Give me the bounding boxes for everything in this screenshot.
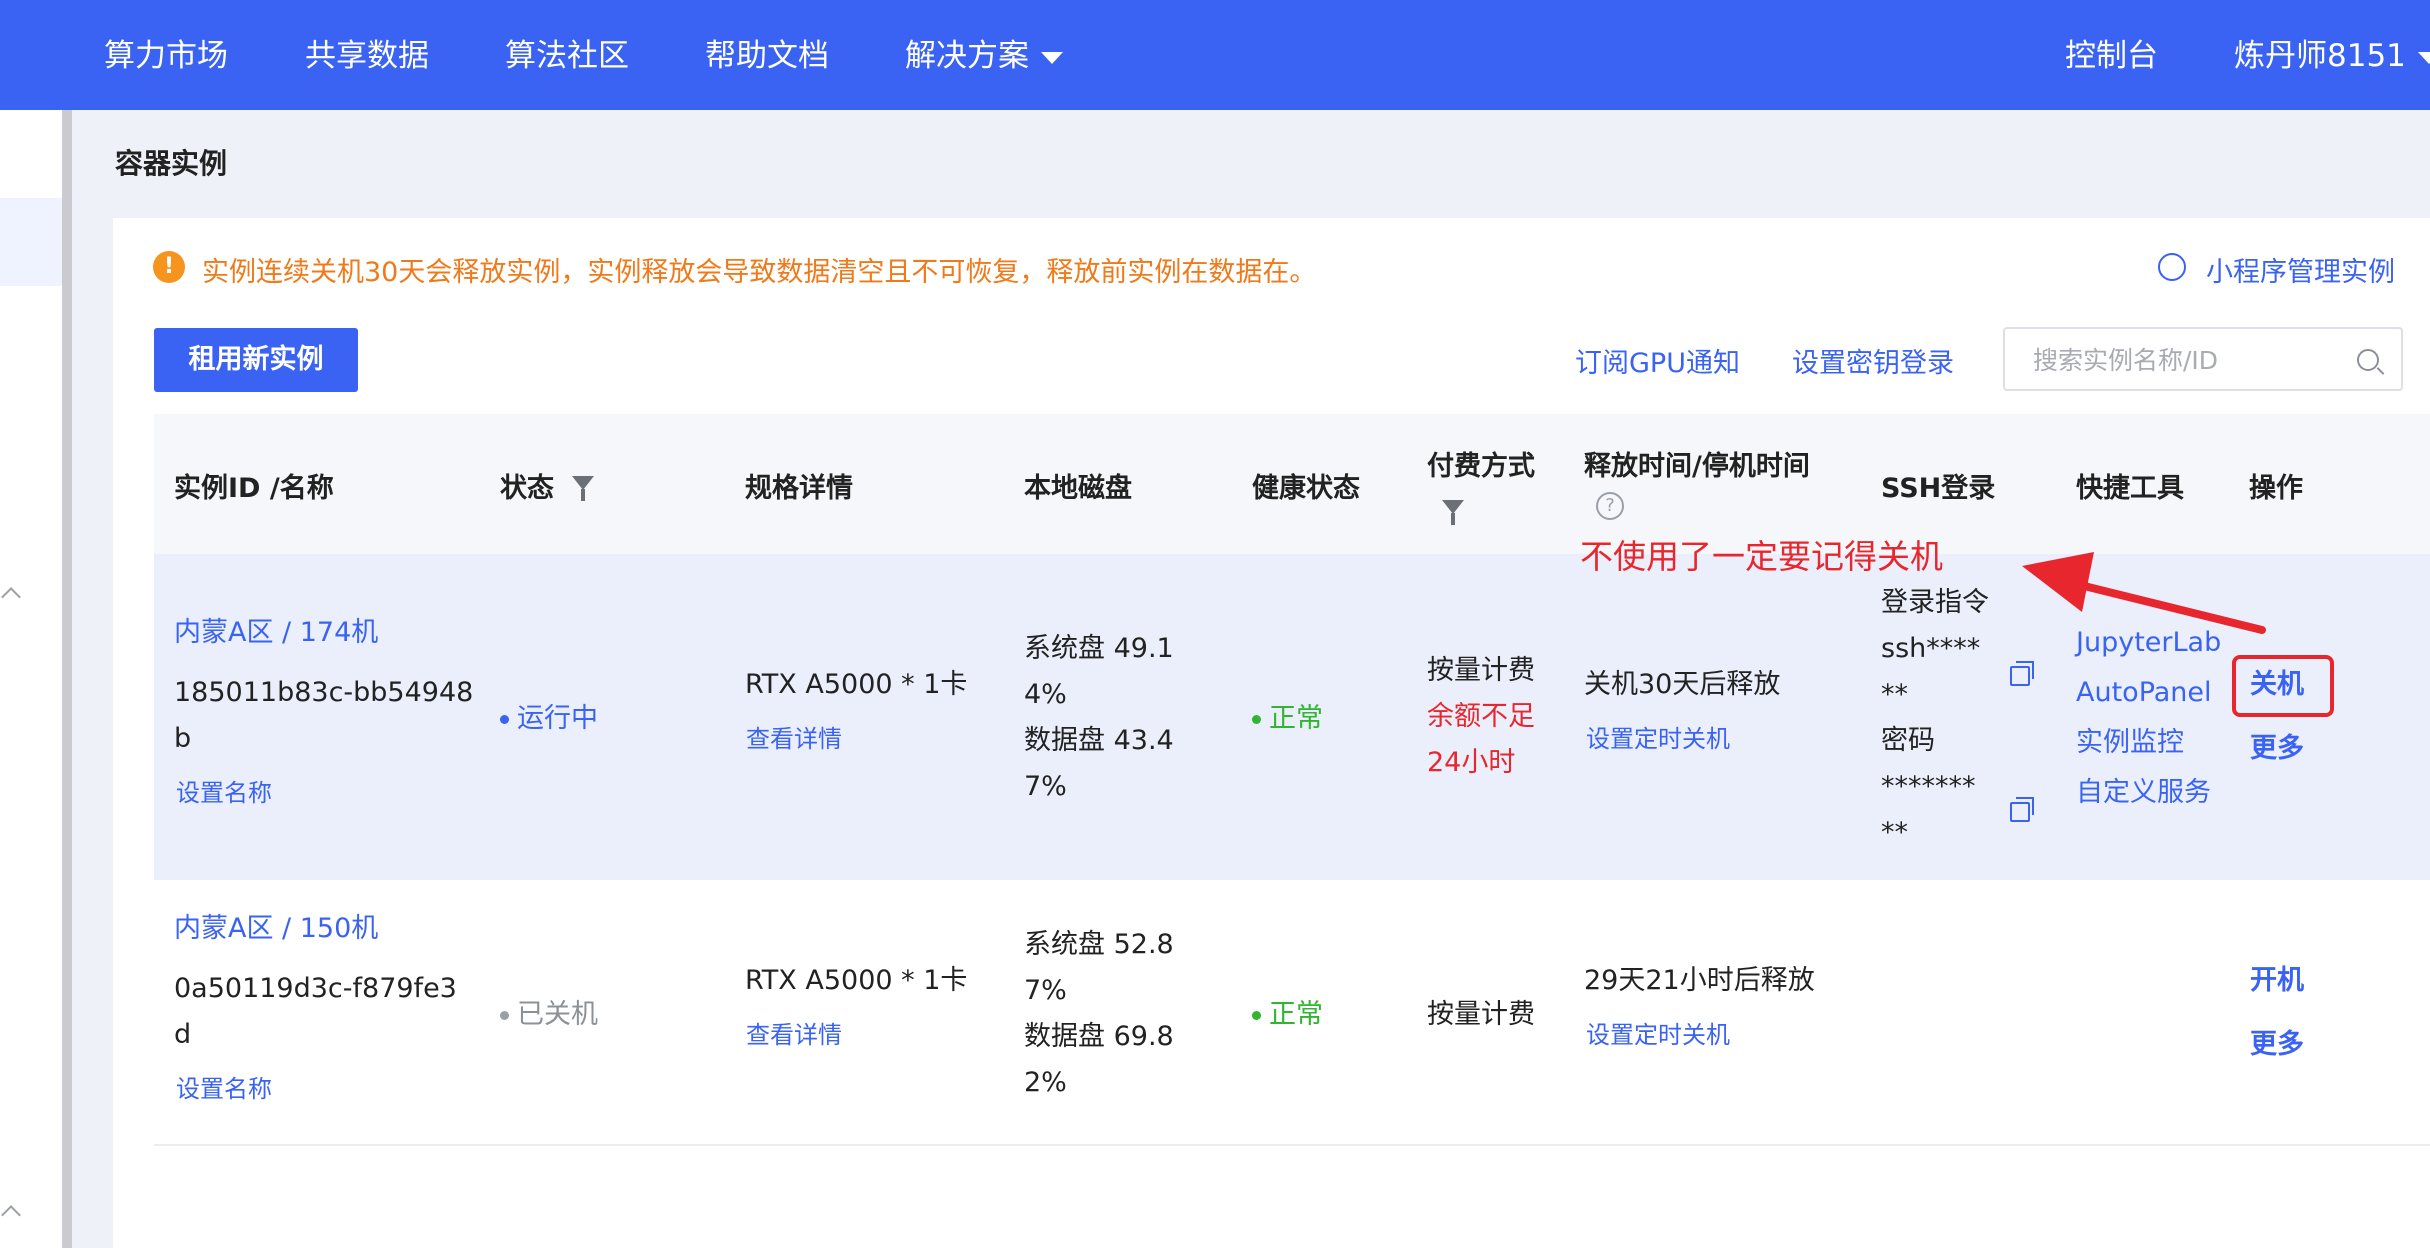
- release-time: 关机30天后释放: [1584, 669, 1781, 700]
- health-text: 正常: [1269, 703, 1323, 734]
- billing-warning-cont: 24小时: [1427, 747, 1516, 778]
- status-text: 已关机: [517, 999, 598, 1030]
- col-ssh: SSH登录: [1881, 473, 1996, 504]
- chevron-down-icon: [2417, 51, 2430, 64]
- new-instance-button[interactable]: 租用新实例: [154, 328, 358, 392]
- top-navbar: 算力市场 共享数据 算法社区 帮助文档 解决方案 控制台 炼丹师8151: [0, 0, 2430, 110]
- ssh-command-cont: **: [1881, 679, 1908, 710]
- tool-instance-monitor[interactable]: 实例监控: [2076, 720, 2184, 766]
- subscribe-gpu-link[interactable]: 订阅GPU通知: [1575, 341, 1740, 380]
- status-dot: [500, 715, 509, 724]
- disk-system-cont: 7%: [1024, 975, 1067, 1006]
- ssh-key-link[interactable]: 设置密钥登录: [1792, 341, 1954, 380]
- filter-icon[interactable]: [1442, 500, 1464, 525]
- view-detail-link[interactable]: 查看详情: [746, 1012, 842, 1058]
- disk-system: 系统盘 52.8: [1024, 929, 1174, 960]
- set-timer-shutdown-link[interactable]: 设置定时关机: [1586, 716, 1730, 762]
- copy-icon[interactable]: [2010, 797, 2034, 822]
- ssh-password: *******: [1881, 771, 1976, 802]
- disk-data: 数据盘 43.4: [1024, 725, 1174, 756]
- annotation-text: 不使用了一定要记得关机: [1580, 537, 1943, 576]
- set-name-link[interactable]: 设置名称: [176, 770, 272, 816]
- tool-jupyterlab[interactable]: JupyterLab: [2076, 620, 2221, 666]
- instance-id: 185011b83c-bb54948: [174, 677, 474, 708]
- help-icon[interactable]: ?: [1596, 492, 1624, 520]
- chevron-down-icon: [1041, 51, 1063, 64]
- copy-icon[interactable]: [2010, 661, 2034, 686]
- instance-id-cont: b: [174, 723, 192, 754]
- disk-data-cont: 2%: [1024, 1067, 1067, 1098]
- sidebar-active-item[interactable]: [0, 198, 64, 286]
- health-dot: [1252, 1011, 1261, 1020]
- billing-type: 按量计费: [1427, 655, 1535, 686]
- billing-warning: 余额不足: [1427, 701, 1535, 732]
- col-status: 状态: [500, 473, 554, 504]
- warning-icon: !: [153, 251, 185, 283]
- col-health: 健康状态: [1252, 473, 1360, 504]
- instance-region[interactable]: 内蒙A区 / 150机: [174, 906, 378, 952]
- more-button[interactable]: 更多: [2250, 726, 2304, 772]
- nav-shared-data[interactable]: 共享数据: [305, 30, 429, 75]
- nav-help-docs[interactable]: 帮助文档: [705, 30, 829, 75]
- ssh-password-cont: **: [1881, 817, 1908, 848]
- spec-text: RTX A5000 * 1卡: [745, 965, 968, 996]
- start-button[interactable]: 开机: [2250, 958, 2304, 1004]
- nav-solutions-label: 解决方案: [905, 38, 1029, 74]
- nav-solutions[interactable]: 解决方案: [905, 30, 1063, 75]
- col-spec: 规格详情: [745, 473, 853, 504]
- instance-id: 0a50119d3c-f879fe3: [174, 973, 457, 1004]
- sidebar-scrollbar[interactable]: [62, 110, 72, 1248]
- instance-region[interactable]: 内蒙A区 / 174机: [174, 610, 378, 656]
- ssh-command-label: 登录指令: [1881, 587, 1989, 618]
- release-notice: 实例连续关机30天会释放实例，实例释放会导致数据清空且不可恢复，释放前实例在数据…: [202, 257, 1317, 288]
- col-billing: 付费方式: [1427, 451, 1535, 482]
- status-badge: 已关机: [500, 992, 598, 1038]
- status-text: 运行中: [517, 703, 598, 734]
- disk-data-cont: 7%: [1024, 771, 1067, 802]
- health-badge: 正常: [1252, 696, 1323, 742]
- mini-program-link[interactable]: 小程序管理实例: [2206, 250, 2395, 289]
- health-text: 正常: [1269, 999, 1323, 1030]
- health-dot: [1252, 715, 1261, 724]
- col-id-name: 实例ID /名称: [174, 473, 334, 504]
- chevron-up-icon[interactable]: [1, 587, 21, 607]
- tool-custom-service[interactable]: 自定义服务: [2076, 770, 2211, 816]
- tool-autopanel[interactable]: AutoPanel: [2076, 670, 2212, 716]
- set-name-link[interactable]: 设置名称: [176, 1066, 272, 1112]
- more-button[interactable]: 更多: [2250, 1022, 2304, 1068]
- left-sidebar: [0, 110, 72, 1248]
- filter-icon[interactable]: [572, 476, 594, 501]
- ssh-command: ssh****: [1881, 633, 1981, 664]
- nav-algorithm-community[interactable]: 算法社区: [505, 30, 629, 75]
- col-disk: 本地磁盘: [1024, 473, 1132, 504]
- chevron-up-icon[interactable]: [1, 1205, 21, 1225]
- view-detail-link[interactable]: 查看详情: [746, 716, 842, 762]
- instance-id-cont: d: [174, 1019, 192, 1050]
- col-tools: 快捷工具: [2076, 473, 2184, 504]
- user-name: 炼丹师8151: [2234, 38, 2406, 74]
- status-badge: 运行中: [500, 696, 598, 742]
- billing-type: 按量计费: [1427, 999, 1535, 1030]
- col-release: 释放时间/停机时间: [1584, 451, 1810, 482]
- status-dot: [500, 1011, 509, 1020]
- col-ops: 操作: [2249, 473, 2303, 504]
- highlight-box: [2232, 655, 2334, 717]
- nav-compute-market[interactable]: 算力市场: [104, 30, 228, 75]
- disk-data: 数据盘 69.8: [1024, 1021, 1174, 1052]
- page-title: 容器实例: [115, 147, 228, 180]
- search-input[interactable]: [2033, 341, 2353, 379]
- disk-system: 系统盘 49.1: [1024, 633, 1174, 664]
- release-time: 29天21小时后释放: [1584, 965, 1815, 996]
- user-menu[interactable]: 炼丹师8151: [2234, 30, 2430, 75]
- link-icon[interactable]: [2158, 253, 2186, 281]
- set-timer-shutdown-link[interactable]: 设置定时关机: [1586, 1012, 1730, 1058]
- health-badge: 正常: [1252, 992, 1323, 1038]
- spec-text: RTX A5000 * 1卡: [745, 669, 968, 700]
- disk-system-cont: 4%: [1024, 679, 1067, 710]
- nav-console[interactable]: 控制台: [2065, 30, 2158, 75]
- search-icon[interactable]: [2357, 349, 2379, 371]
- ssh-password-label: 密码: [1881, 725, 1935, 756]
- search-box[interactable]: [2003, 327, 2403, 391]
